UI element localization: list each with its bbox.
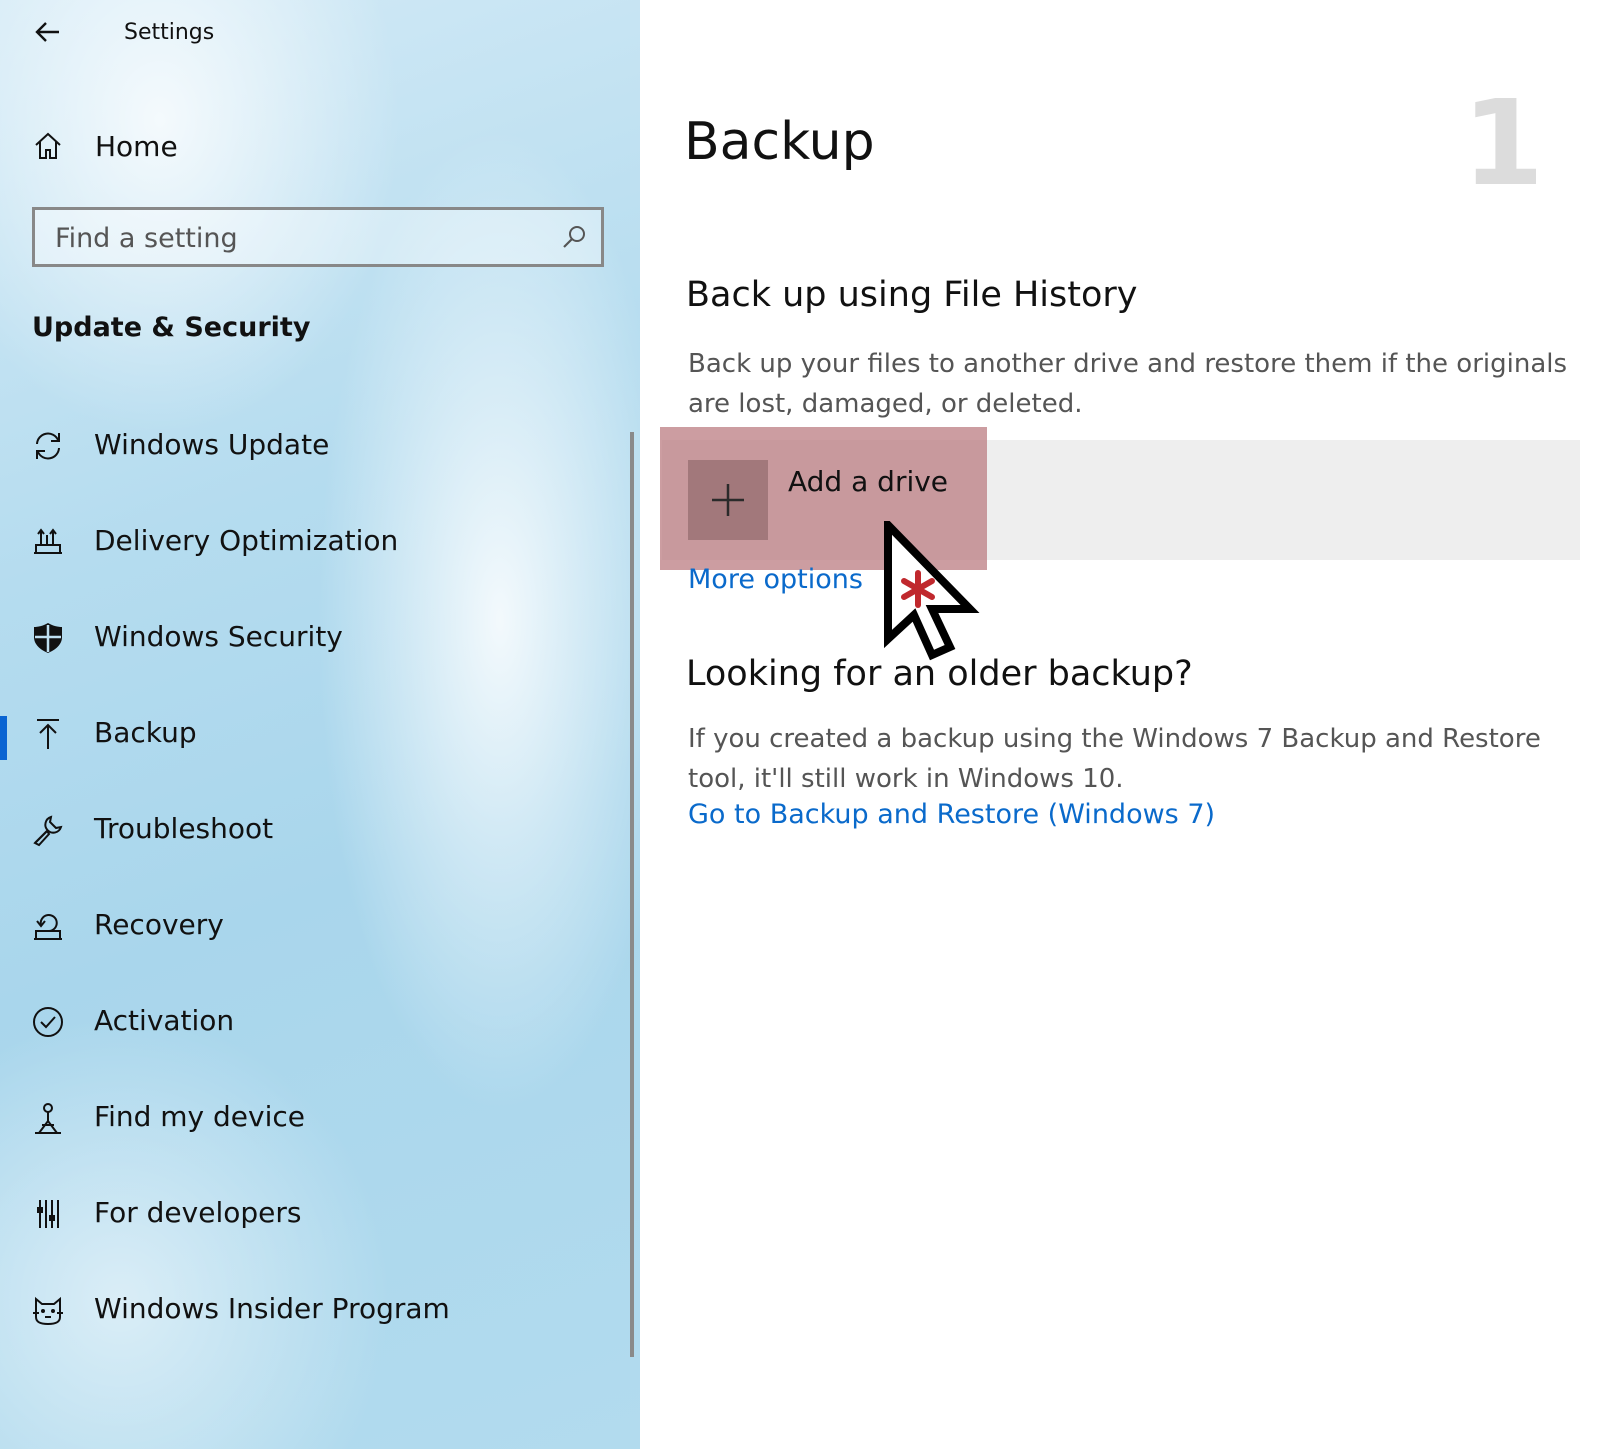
delivery-optimization-icon — [30, 524, 66, 560]
home-icon — [30, 128, 66, 164]
sidebar-item-delivery-optimization[interactable]: Delivery Optimization — [0, 496, 630, 592]
sidebar-scrollbar[interactable] — [630, 432, 634, 1357]
insider-cat-icon — [30, 1292, 66, 1328]
sidebar-item-label: Recovery — [94, 908, 224, 941]
search-icon[interactable] — [559, 222, 589, 252]
page-title: Backup — [684, 112, 875, 172]
recovery-icon — [30, 908, 66, 944]
sidebar-item-home[interactable]: Home — [0, 118, 640, 174]
find-device-icon — [30, 1100, 66, 1136]
sidebar-item-find-my-device[interactable]: Find my device — [0, 1072, 630, 1168]
sidebar-item-label: Windows Update — [94, 428, 330, 461]
upload-arrow-icon — [30, 716, 66, 752]
refresh-icon — [30, 428, 66, 464]
main-content: Backup 1 Back up using File History Back… — [640, 0, 1600, 1449]
sidebar-item-label: Delivery Optimization — [94, 524, 399, 557]
back-button[interactable] — [28, 12, 68, 52]
add-drive-button[interactable] — [688, 460, 768, 540]
wrench-icon — [30, 812, 66, 848]
file-history-description: Back up your files to another drive and … — [688, 349, 1568, 419]
add-drive-label[interactable]: Add a drive — [788, 465, 948, 498]
backup-restore-link[interactable]: Go to Backup and Restore (Windows 7) — [688, 799, 1215, 830]
more-options-link[interactable]: More options — [688, 564, 863, 595]
sidebar-item-label: Backup — [94, 716, 197, 749]
shield-icon — [30, 620, 66, 656]
sidebar-item-label: Find my device — [94, 1100, 305, 1133]
sidebar-item-label: Windows Security — [94, 620, 343, 653]
search-input[interactable] — [35, 210, 557, 266]
sidebar-item-label: Windows Insider Program — [94, 1292, 450, 1325]
sidebar-item-windows-update[interactable]: Windows Update — [0, 400, 630, 496]
developer-tools-icon — [30, 1196, 66, 1232]
sidebar-item-for-developers[interactable]: For developers — [0, 1168, 630, 1264]
mouse-cursor-icon — [884, 521, 980, 661]
sidebar-item-label: For developers — [94, 1196, 302, 1229]
step-number: 1 — [1462, 74, 1545, 212]
plus-icon — [712, 484, 744, 516]
sidebar: Settings Home Update & Security — [0, 0, 640, 1449]
section-title: Update & Security — [32, 312, 311, 343]
app-title: Settings — [124, 20, 215, 45]
search-box — [32, 207, 604, 267]
sidebar-nav: Windows Update Delivery Optimization Win… — [0, 400, 640, 1360]
sidebar-item-troubleshoot[interactable]: Troubleshoot — [0, 784, 630, 880]
sidebar-item-recovery[interactable]: Recovery — [0, 880, 630, 976]
check-circle-icon — [30, 1004, 66, 1040]
file-history-heading: Back up using File History — [686, 275, 1138, 315]
sidebar-item-label: Activation — [94, 1004, 235, 1037]
sidebar-item-label: Home — [95, 129, 178, 163]
back-arrow-icon — [35, 22, 59, 42]
sidebar-item-windows-security[interactable]: Windows Security — [0, 592, 630, 688]
older-backup-description: If you created a backup using the Window… — [688, 724, 1541, 794]
sidebar-item-backup[interactable]: Backup — [0, 688, 630, 784]
sidebar-item-windows-insider-program[interactable]: Windows Insider Program — [0, 1264, 630, 1360]
sidebar-item-label: Troubleshoot — [94, 812, 274, 845]
sidebar-item-activation[interactable]: Activation — [0, 976, 630, 1072]
title-bar: Settings — [0, 0, 640, 66]
